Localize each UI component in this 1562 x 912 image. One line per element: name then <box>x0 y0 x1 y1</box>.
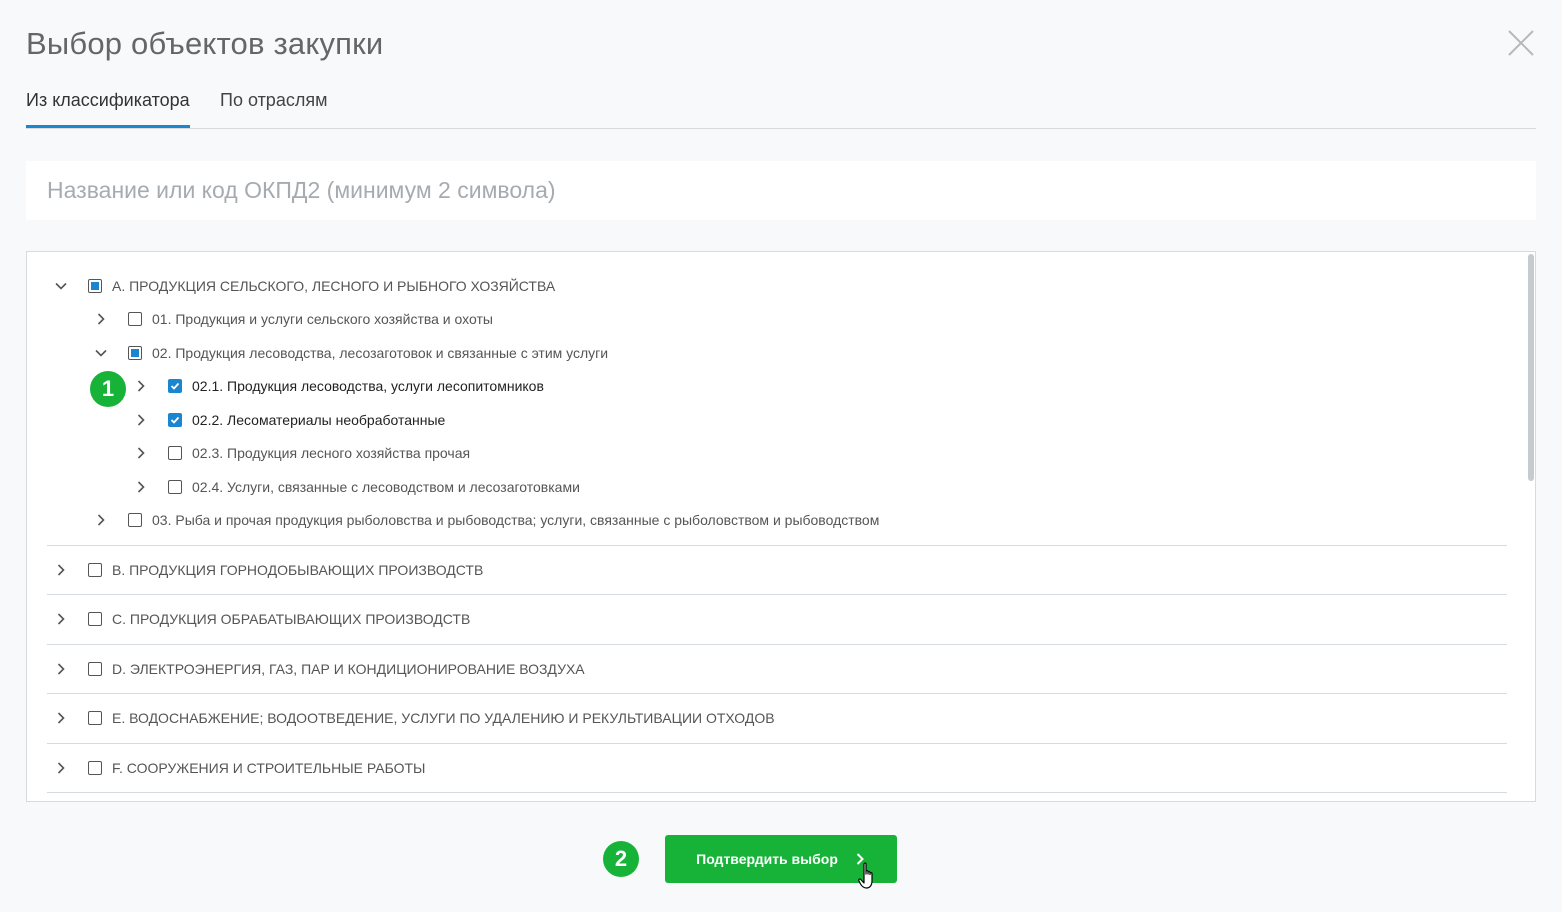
dialog-title: Выбор объектов закупки <box>26 26 384 61</box>
tab-bar: Из классификатора По отраслям <box>26 84 1536 129</box>
search-input[interactable] <box>26 161 1536 220</box>
close-icon[interactable] <box>1506 28 1536 58</box>
checkbox[interactable] <box>168 413 182 427</box>
checkbox[interactable] <box>128 513 142 527</box>
chevron-down-icon[interactable] <box>54 279 68 293</box>
tree-item-label: C. ПРОДУКЦИЯ ОБРАБАТЫВАЮЩИХ ПРОИЗВОДСТВ <box>112 611 471 627</box>
divider <box>47 693 1507 694</box>
chevron-right-icon[interactable] <box>54 612 68 626</box>
tree-item-label: 01. Продукция и услуги сельского хозяйст… <box>152 311 493 327</box>
tree-item-d[interactable]: D. ЭЛЕКТРОЭНЕРГИЯ, ГАЗ, ПАР И КОНДИЦИОНИ… <box>54 657 585 681</box>
classifier-tree: A. ПРОДУКЦИЯ СЕЛЬСКОГО, ЛЕСНОГО И РЫБНОГ… <box>26 251 1536 802</box>
tree-item-label: 02.2. Лесоматериалы необработанные <box>192 412 446 428</box>
tree-item-b[interactable]: B. ПРОДУКЦИЯ ГОРНОДОБЫВАЮЩИХ ПРОИЗВОДСТВ <box>54 558 483 582</box>
tree-item-label: 03. Рыба и прочая продукция рыболовства … <box>152 512 880 528</box>
chevron-right-icon[interactable] <box>94 312 108 326</box>
chevron-right-icon[interactable] <box>134 413 148 427</box>
chevron-down-icon[interactable] <box>94 346 108 360</box>
chevron-right-icon[interactable] <box>54 662 68 676</box>
hand-cursor-icon <box>858 862 873 889</box>
tree-item-02-3[interactable]: 02.3. Продукция лесного хозяйства прочая <box>134 441 470 465</box>
tab-by-industry[interactable]: По отраслям <box>220 84 340 128</box>
step-badge-2: 2 <box>603 841 639 877</box>
tree-item-e[interactable]: E. ВОДОСНАБЖЕНИЕ; ВОДООТВЕДЕНИЕ, УСЛУГИ … <box>54 706 775 730</box>
divider <box>47 743 1507 744</box>
tree-item-label: F. СООРУЖЕНИЯ И СТРОИТЕЛЬНЫЕ РАБОТЫ <box>112 760 426 776</box>
checkbox[interactable] <box>168 480 182 494</box>
checkmark-icon <box>170 416 180 424</box>
tree-item-f[interactable]: F. СООРУЖЕНИЯ И СТРОИТЕЛЬНЫЕ РАБОТЫ <box>54 756 425 780</box>
tree-item-01[interactable]: 01. Продукция и услуги сельского хозяйст… <box>94 307 493 331</box>
tree-item-c[interactable]: C. ПРОДУКЦИЯ ОБРАБАТЫВАЮЩИХ ПРОИЗВОДСТВ <box>54 607 470 631</box>
divider <box>47 792 1507 793</box>
tree-item-label: 02. Продукция лесоводства, лесозаготовок… <box>152 345 609 361</box>
tree-item-label: 02.1. Продукция лесоводства, услуги лесо… <box>192 378 544 394</box>
tree-item-label: 02.3. Продукция лесного хозяйства прочая <box>192 445 471 461</box>
checkbox[interactable] <box>128 346 142 360</box>
checkbox[interactable] <box>88 563 102 577</box>
checkbox[interactable] <box>88 761 102 775</box>
divider <box>47 644 1507 645</box>
tree-item-02-2[interactable]: 02.2. Лесоматериалы необработанные <box>134 408 445 432</box>
tree-item-label: D. ЭЛЕКТРОЭНЕРГИЯ, ГАЗ, ПАР И КОНДИЦИОНИ… <box>112 661 585 677</box>
tree-item-label: B. ПРОДУКЦИЯ ГОРНОДОБЫВАЮЩИХ ПРОИЗВОДСТВ <box>112 562 484 578</box>
tree-item-label: A. ПРОДУКЦИЯ СЕЛЬСКОГО, ЛЕСНОГО И РЫБНОГ… <box>112 278 556 294</box>
chevron-right-icon[interactable] <box>54 711 68 725</box>
divider <box>47 545 1507 546</box>
checkbox[interactable] <box>168 379 182 393</box>
checkbox[interactable] <box>88 662 102 676</box>
checkbox[interactable] <box>128 312 142 326</box>
chevron-right-icon[interactable] <box>134 379 148 393</box>
tree-item-03[interactable]: 03. Рыба и прочая продукция рыболовства … <box>94 508 879 532</box>
step-badge-1: 1 <box>90 371 126 407</box>
tree-item-02-4[interactable]: 02.4. Услуги, связанные с лесоводством и… <box>134 475 580 499</box>
checkbox[interactable] <box>88 612 102 626</box>
chevron-right-icon[interactable] <box>134 480 148 494</box>
tree-item-label: 02.4. Услуги, связанные с лесоводством и… <box>192 479 580 495</box>
checkbox[interactable] <box>168 446 182 460</box>
chevron-right-icon[interactable] <box>134 446 148 460</box>
chevron-right-icon[interactable] <box>54 563 68 577</box>
tree-item-a[interactable]: A. ПРОДУКЦИЯ СЕЛЬСКОГО, ЛЕСНОГО И РЫБНОГ… <box>54 274 555 298</box>
tree-item-02-1[interactable]: 02.1. Продукция лесоводства, услуги лесо… <box>134 374 544 398</box>
tab-from-classifier[interactable]: Из классификатора <box>26 84 190 128</box>
divider <box>47 594 1507 595</box>
checkbox[interactable] <box>88 711 102 725</box>
checkmark-icon <box>170 382 180 390</box>
scrollbar-thumb[interactable] <box>1528 254 1534 481</box>
tree-item-label: E. ВОДОСНАБЖЕНИЕ; ВОДООТВЕДЕНИЕ, УСЛУГИ … <box>112 710 775 726</box>
chevron-right-icon[interactable] <box>54 761 68 775</box>
confirm-label: Подтвердить выбор <box>696 851 838 867</box>
checkbox[interactable] <box>88 279 102 293</box>
chevron-right-icon[interactable] <box>94 513 108 527</box>
tree-item-02[interactable]: 02. Продукция лесоводства, лесозаготовок… <box>94 341 608 365</box>
